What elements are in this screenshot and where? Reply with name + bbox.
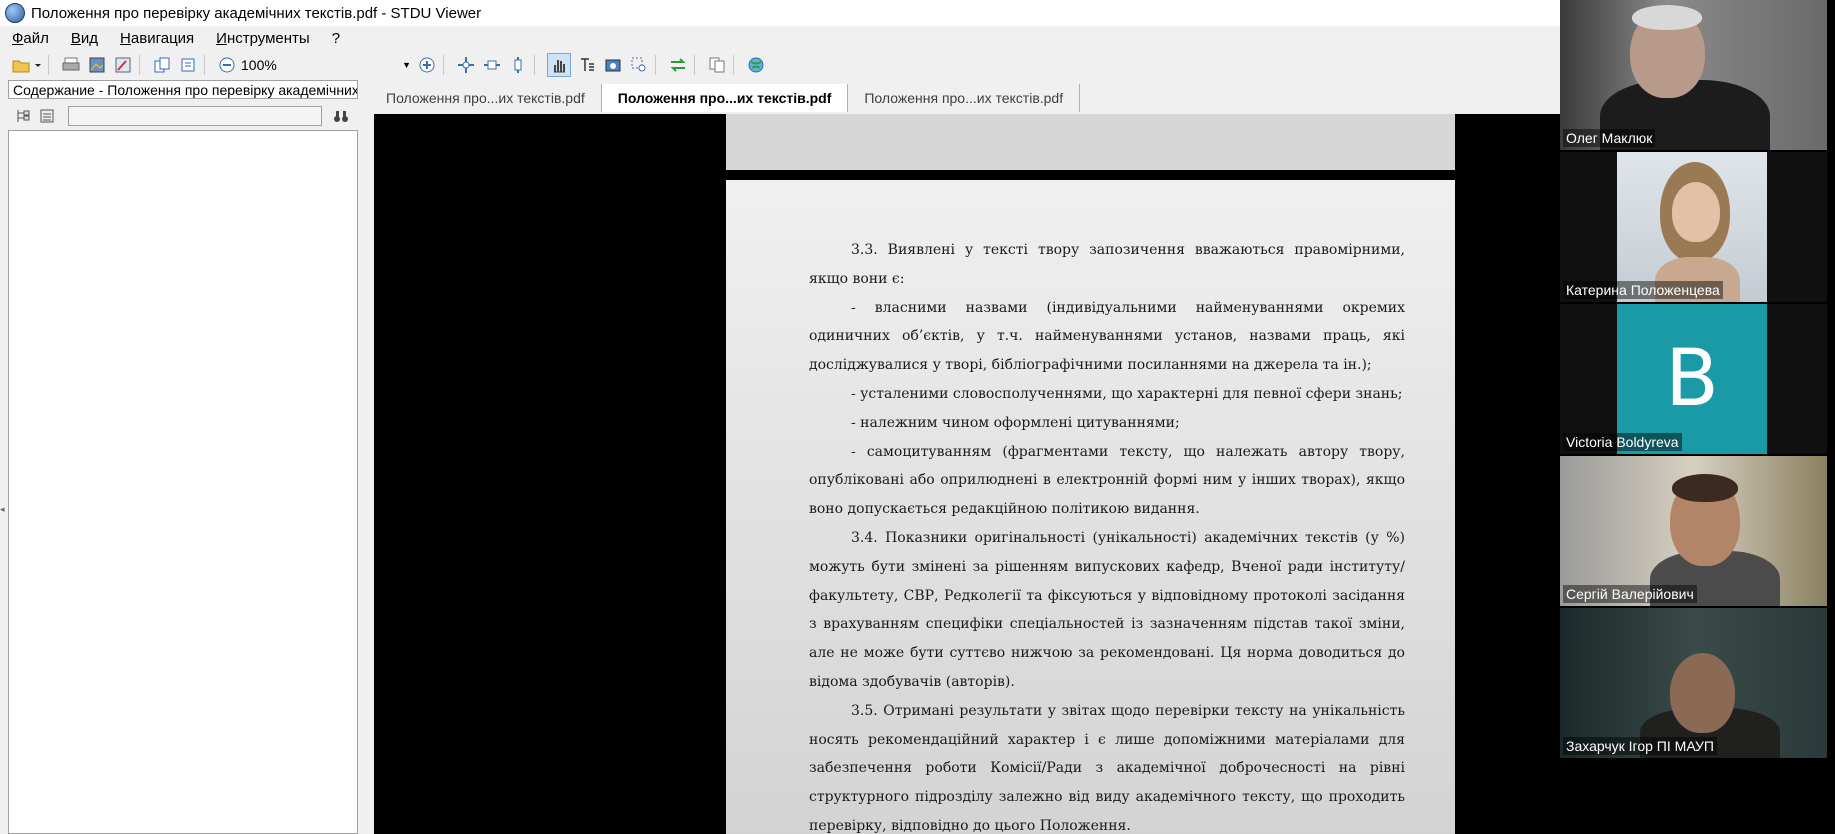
paragraph: 3.5. Отримані результати у звітах щодо п… — [809, 702, 1405, 834]
participant-tile[interactable]: Олег Маклюк — [1560, 0, 1827, 150]
toolbar-separator — [733, 55, 734, 75]
participant-name: Олег Маклюк — [1563, 129, 1656, 147]
paragraph: 3.3. Виявлені у тексті твору запозичення… — [809, 242, 1405, 287]
binoculars-icon[interactable] — [332, 107, 350, 125]
previous-page[interactable] — [726, 114, 1455, 170]
title-bar: Положення про перевірку академічних текс… — [0, 0, 1560, 26]
participant-name: Захарчук Ігор ПІ МАУП — [1563, 737, 1717, 755]
paragraph: - самоцитуванням (фрагментами тексту, що… — [809, 443, 1405, 518]
toolbar-separator — [204, 55, 205, 75]
paragraph: - належним чином оформлені цитуваннями; — [851, 414, 1180, 431]
snapshot-icon[interactable] — [603, 55, 623, 75]
panel-splitter-icon[interactable]: ◂ — [0, 505, 5, 515]
contents-panel-toolbar — [8, 104, 358, 128]
menu-bar: Файл Вид Навигация Инструменты ? — [0, 26, 1560, 50]
swap-arrows-icon[interactable] — [668, 55, 688, 75]
document-tabs: Положення про...их текстів.pdf Положення… — [370, 80, 1560, 112]
app-icon — [5, 3, 25, 23]
participant-name: Victoria Boldyreva — [1563, 433, 1682, 451]
window-title: Положення про перевірку академічних текс… — [31, 4, 482, 22]
paragraph: - усталеними словосполученнями, що харак… — [851, 385, 1403, 402]
toolbar: 100% ▼ — [0, 50, 1560, 80]
participant-tile[interactable]: Захарчук Ігор ПІ МАУП — [1560, 608, 1827, 758]
fit-page-icon[interactable] — [456, 55, 476, 75]
chevron-down-icon: ▼ — [402, 60, 411, 70]
tab-document-2[interactable]: Положення про...их текстів.pdf — [601, 84, 849, 112]
edit-icon[interactable] — [113, 55, 133, 75]
copy-icon[interactable] — [707, 55, 727, 75]
toolbar-separator — [534, 55, 535, 75]
participant-name: Сергій Валерійович — [1563, 585, 1697, 603]
print-icon[interactable] — [61, 55, 81, 75]
zoom-select[interactable]: 100% ▼ — [241, 55, 411, 75]
menu-file[interactable]: Файл — [12, 30, 49, 47]
fit-width-icon[interactable] — [482, 55, 502, 75]
contents-panel-header: Содержание - Положення про перевірку ака… — [8, 80, 358, 99]
participant-name: Катерина Положенцева — [1563, 281, 1723, 299]
select-image-icon[interactable] — [87, 55, 107, 75]
hand-tool-icon[interactable] — [547, 53, 571, 77]
contents-tree[interactable] — [8, 130, 358, 834]
pages-icon[interactable] — [178, 55, 198, 75]
select-text-icon[interactable] — [577, 55, 597, 75]
copy-page-icon[interactable] — [152, 55, 172, 75]
current-page[interactable]: 3.3. Виявлені у тексті твору запозичення… — [726, 180, 1455, 834]
zoom-value: 100% — [241, 57, 277, 73]
paragraph: 3.4. Показники оригінальності (унікально… — [809, 529, 1405, 690]
page-text: 3.3. Виявлені у тексті твору запозичення… — [809, 236, 1405, 834]
zoom-in-icon[interactable] — [417, 55, 437, 75]
contents-search-input[interactable] — [68, 106, 322, 126]
zoom-out-icon[interactable] — [217, 55, 237, 75]
participant-tile[interactable]: B Victoria Boldyreva — [1560, 304, 1827, 454]
toolbar-separator — [48, 55, 49, 75]
toolbar-separator — [443, 55, 444, 75]
collapse-tree-icon[interactable] — [38, 107, 56, 125]
menu-view[interactable]: Вид — [71, 30, 98, 47]
menu-navigation[interactable]: Навигация — [120, 30, 194, 47]
expand-tree-icon[interactable] — [14, 107, 32, 125]
toolbar-separator — [139, 55, 140, 75]
menu-help[interactable]: ? — [332, 30, 340, 47]
web-icon[interactable] — [746, 55, 766, 75]
contents-panel: Содержание - Положення про перевірку ака… — [0, 80, 365, 834]
participant-tile[interactable]: Катерина Положенцева — [1560, 152, 1827, 302]
tab-document-3[interactable]: Положення про...их текстів.pdf — [848, 84, 1081, 112]
participant-tile[interactable]: Сергій Валерійович — [1560, 456, 1827, 606]
participant-avatar: B — [1617, 304, 1767, 454]
toolbar-separator — [694, 55, 695, 75]
zoom-area-icon[interactable] — [629, 55, 649, 75]
toolbar-separator — [655, 55, 656, 75]
tab-document-1[interactable]: Положення про...их текстів.pdf — [370, 84, 602, 112]
paragraph: - власними назвами (індивідуальними найм… — [809, 299, 1405, 374]
stdu-viewer-window: Положення про перевірку академічних текс… — [0, 0, 1560, 834]
fit-height-icon[interactable] — [508, 55, 528, 75]
menu-tools[interactable]: Инструменты — [216, 30, 310, 47]
open-folder-icon[interactable] — [10, 55, 42, 75]
